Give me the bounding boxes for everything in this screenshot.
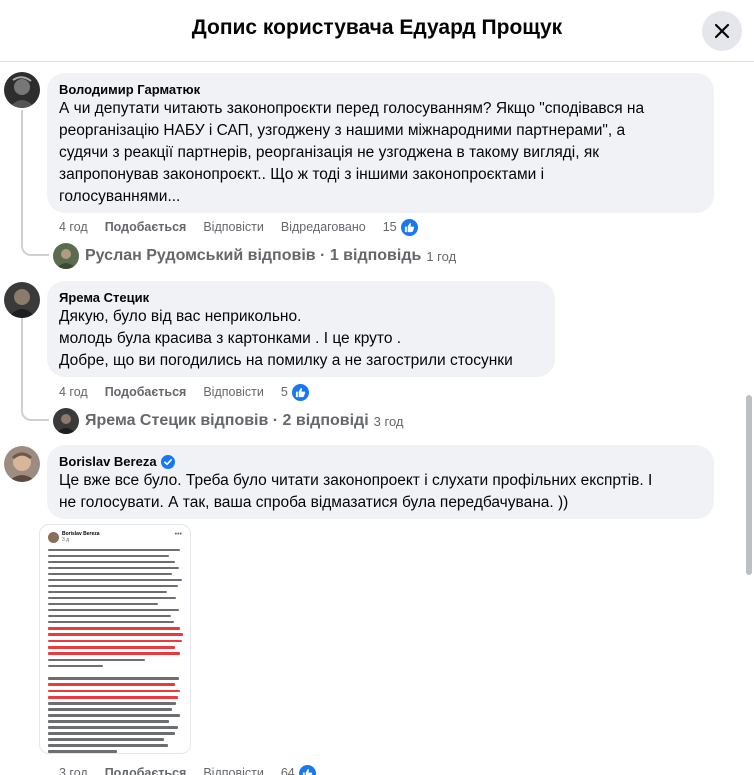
attachment-text-block xyxy=(48,549,186,753)
comment-image-attachment[interactable]: Borislav Bereza 3 д ••• xyxy=(39,524,191,754)
more-icon: ••• xyxy=(174,531,182,538)
comment-actions: 4 год Подобається Відповісти 5 xyxy=(59,382,327,402)
attachment-avatar xyxy=(48,531,59,543)
scrollbar-thumb[interactable] xyxy=(746,395,752,575)
like-reaction-icon[interactable] xyxy=(297,763,317,775)
replies-summary[interactable]: Руслан Рудомський відповів · 1 відповідь xyxy=(85,247,421,265)
view-replies-link[interactable]: Ярема Стецик відповів · 2 відповіді 3 го… xyxy=(53,407,403,435)
comment-bubble: Володимир Гарматюк А чи депутати читають… xyxy=(47,73,714,213)
reply-avatar xyxy=(53,243,79,269)
thread-connector xyxy=(21,230,49,256)
thread-line xyxy=(21,318,23,408)
author-name[interactable]: Borislav Bereza xyxy=(59,453,157,470)
like-reaction-icon[interactable] xyxy=(290,382,310,402)
verified-badge-icon xyxy=(160,454,175,469)
comment-author[interactable]: Borislav Bereza xyxy=(59,453,702,470)
reaction-count[interactable]: 64 xyxy=(281,766,295,775)
reply-button[interactable]: Відповісти xyxy=(203,766,264,775)
comment-time[interactable]: 3 год xyxy=(59,766,88,775)
author-name[interactable]: Володимир Гарматюк xyxy=(59,81,200,98)
avatar[interactable] xyxy=(4,282,40,318)
reply-button[interactable]: Відповісти xyxy=(203,220,264,234)
comment-text: Дякую, було від вас неприкольно. молодь … xyxy=(59,308,513,369)
replies-time: 1 год xyxy=(426,248,457,264)
edited-label[interactable]: Відредаговано xyxy=(281,220,366,234)
comment-time[interactable]: 4 год xyxy=(59,220,88,234)
comment-actions: 3 год Подобається Відповісти 64 xyxy=(59,763,334,775)
dialog-header: Допис користувача Едуард Прощук xyxy=(0,0,754,62)
like-button[interactable]: Подобається xyxy=(105,220,187,234)
like-button[interactable]: Подобається xyxy=(105,385,187,399)
dialog-title: Допис користувача Едуард Прощук xyxy=(191,16,563,39)
replies-time: 3 год xyxy=(373,413,404,429)
avatar[interactable] xyxy=(4,72,40,108)
reply-avatar xyxy=(53,408,79,434)
comment-text: Це вже все було. Треба було читати закон… xyxy=(59,472,653,511)
attachment-time: 3 д xyxy=(62,537,70,543)
thread-line xyxy=(21,110,23,242)
attachment-header: Borislav Bereza 3 д ••• xyxy=(48,531,186,543)
author-name[interactable]: Ярема Стецик xyxy=(59,289,149,306)
like-reaction-icon[interactable] xyxy=(399,217,419,237)
comment-text: А чи депутати читають законопроєкти пере… xyxy=(59,100,645,205)
comment-author[interactable]: Володимир Гарматюк xyxy=(59,81,702,98)
comment-author[interactable]: Ярема Стецик xyxy=(59,289,543,306)
thread-connector xyxy=(21,396,49,421)
avatar[interactable] xyxy=(4,446,40,482)
comment-actions: 4 год Подобається Відповісти Відредагова… xyxy=(59,217,436,237)
replies-summary[interactable]: Ярема Стецик відповів · 2 відповіді xyxy=(85,412,369,430)
close-button[interactable] xyxy=(702,11,742,51)
comment-bubble: Ярема Стецик Дякую, було від вас неприко… xyxy=(47,281,555,377)
like-button[interactable]: Подобається xyxy=(105,766,187,775)
reaction-count[interactable]: 15 xyxy=(383,220,397,234)
reaction-count[interactable]: 5 xyxy=(281,385,288,399)
comment-bubble: Borislav Bereza Це вже все було. Треба б… xyxy=(47,445,714,519)
close-icon xyxy=(714,23,730,39)
view-replies-link[interactable]: Руслан Рудомський відповів · 1 відповідь… xyxy=(53,242,456,270)
comment-time[interactable]: 4 год xyxy=(59,385,88,399)
reply-button[interactable]: Відповісти xyxy=(203,385,264,399)
